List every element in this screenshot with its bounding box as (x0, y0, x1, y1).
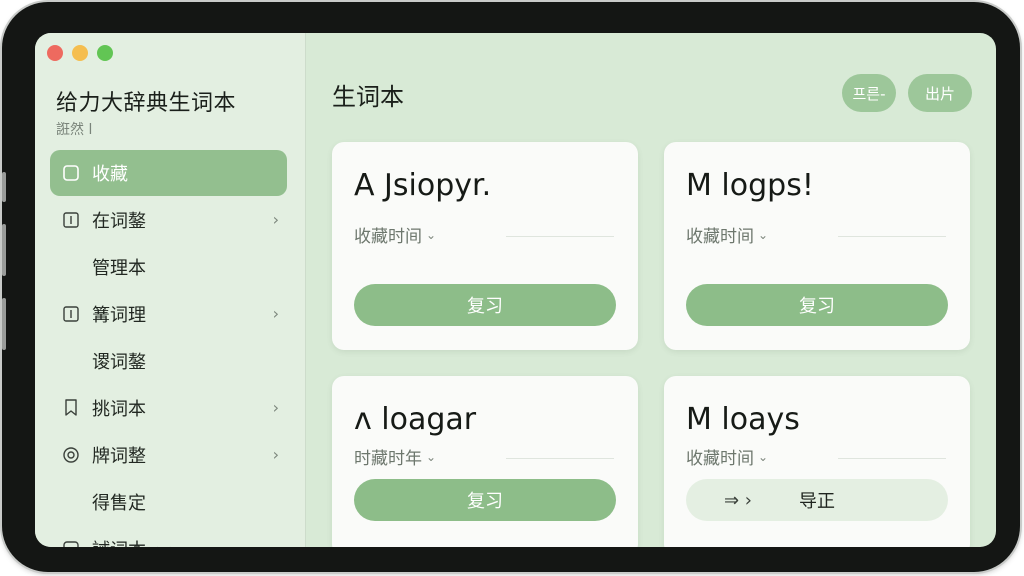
card-meta-label: 时藏时年 (354, 449, 422, 469)
sidebar-item-3[interactable]: 篝词理 › (50, 291, 287, 337)
note-icon (62, 163, 80, 183)
card-sort-dropdown[interactable]: 时藏时年 ⌄ (354, 444, 436, 469)
sidebar-item-label: 谡词鏊 (92, 352, 146, 373)
chevron-right-icon: › (272, 398, 279, 417)
word-card[interactable]: M logps! 收藏时间 ⌄ 复习 (664, 142, 970, 350)
page-title: 生词本 (332, 83, 404, 111)
sidebar-item-label: 管理本 (92, 258, 146, 279)
card-word: ʌ loagar (354, 402, 477, 437)
divider (838, 236, 946, 237)
sidebar-item-label: 誡词本 ‹ ‹ (92, 536, 172, 547)
sidebar-item-label: 篝词理 (92, 305, 146, 326)
chevron-right-icon: › (272, 304, 279, 323)
sidebar-item-label: 收藏 (92, 164, 128, 185)
chevron-down-icon: ⌄ (426, 449, 437, 464)
minimize-window-button[interactable] (72, 45, 88, 61)
chevron-right-icon: › (272, 210, 279, 229)
sidebar: 给力大辞典生词本 誑然 l 收藏 在词鏊 › 管理本 篝词理 › 谡词鏊 挑词本… (35, 33, 306, 547)
power-button (2, 298, 6, 350)
card-meta-label: 收藏时间 (686, 227, 754, 247)
calendar-icon (62, 304, 80, 324)
sidebar-subitem-7[interactable]: 得售定 (50, 479, 287, 525)
word-card[interactable]: ʌ loagar 时藏时年 ⌄ 复习 (332, 376, 638, 547)
arrow-right-icon: ⇒ › (724, 489, 753, 511)
app-title: 给力大辞典生词本 (56, 91, 237, 116)
card-word: A Jsiopyr. (354, 168, 492, 203)
card-word: M logps! (686, 168, 814, 203)
card-meta-label: 收藏时间 (686, 449, 754, 469)
card-word: M loays (686, 402, 800, 437)
sidebar-item-8[interactable]: 誡词本 ‹ ‹ (50, 526, 287, 547)
review-button[interactable]: 复习 (354, 284, 616, 326)
review-button[interactable]: 复习 (686, 284, 948, 326)
sidebar-subitem-2[interactable]: 管理本 (50, 244, 287, 290)
main-content: 生词本 프른- 出片 A Jsiopyr. 收藏时间 ⌄ 复习 M logps!… (306, 33, 996, 547)
divider (506, 236, 614, 237)
chevron-down-icon: ⌄ (758, 227, 769, 242)
chevron-right-icon: › (272, 445, 279, 464)
card-sort-dropdown[interactable]: 收藏时间 ⌄ (686, 222, 768, 247)
app-window: 给力大辞典生词本 誑然 l 收藏 在词鏊 › 管理本 篝词理 › 谡词鏊 挑词本… (35, 33, 996, 547)
divider (506, 458, 614, 459)
calendar-icon (62, 210, 80, 230)
chevron-down-icon: ⌄ (758, 449, 769, 464)
sidebar-item-label: 挑词本 (92, 399, 146, 420)
sidebar-item-favorites[interactable]: 收藏 (50, 150, 287, 196)
bookmark-icon (62, 398, 80, 418)
volume-button (2, 224, 6, 276)
sidebar-item-label: 得售定 (92, 493, 146, 514)
header-button-2[interactable]: 出片 (908, 74, 972, 112)
card-sort-dropdown[interactable]: 收藏时间 ⌄ (686, 444, 768, 469)
app-subtitle: 誑然 l (56, 122, 93, 138)
header-button-1[interactable]: 프른- (842, 74, 896, 112)
circle-icon (62, 445, 80, 465)
zoom-window-button[interactable] (97, 45, 113, 61)
note-icon (62, 539, 80, 547)
chevron-down-icon: ⌄ (426, 227, 437, 242)
sidebar-nav: 收藏 在词鏊 › 管理本 篝词理 › 谡词鏊 挑词本 › 牌词整 › 得售定 (50, 150, 287, 547)
sidebar-item-5[interactable]: 挑词本 › (50, 385, 287, 431)
sidebar-item-6[interactable]: 牌词整 › (50, 432, 287, 478)
sidebar-item-label: 牌词整 (92, 446, 146, 467)
card-sort-dropdown[interactable]: 收藏时间 ⌄ (354, 222, 436, 247)
review-button[interactable]: 复习 (354, 479, 616, 521)
word-card[interactable]: A Jsiopyr. 收藏时间 ⌄ 复习 (332, 142, 638, 350)
volume-button (2, 172, 6, 202)
divider (838, 458, 946, 459)
sidebar-item-1[interactable]: 在词鏊 › (50, 197, 287, 243)
device-frame: 给力大辞典生词本 誑然 l 收藏 在词鏊 › 管理本 篝词理 › 谡词鏊 挑词本… (2, 2, 1020, 572)
export-button-label: 导正 (799, 491, 835, 512)
word-card[interactable]: M loays 收藏时间 ⌄ ⇒ › 导正 (664, 376, 970, 547)
window-controls (47, 45, 113, 61)
sidebar-subitem-4[interactable]: 谡词鏊 (50, 338, 287, 384)
export-button[interactable]: ⇒ › 导正 (686, 479, 948, 521)
card-meta-label: 收藏时间 (354, 227, 422, 247)
sidebar-item-label: 在词鏊 (92, 211, 146, 232)
close-window-button[interactable] (47, 45, 63, 61)
